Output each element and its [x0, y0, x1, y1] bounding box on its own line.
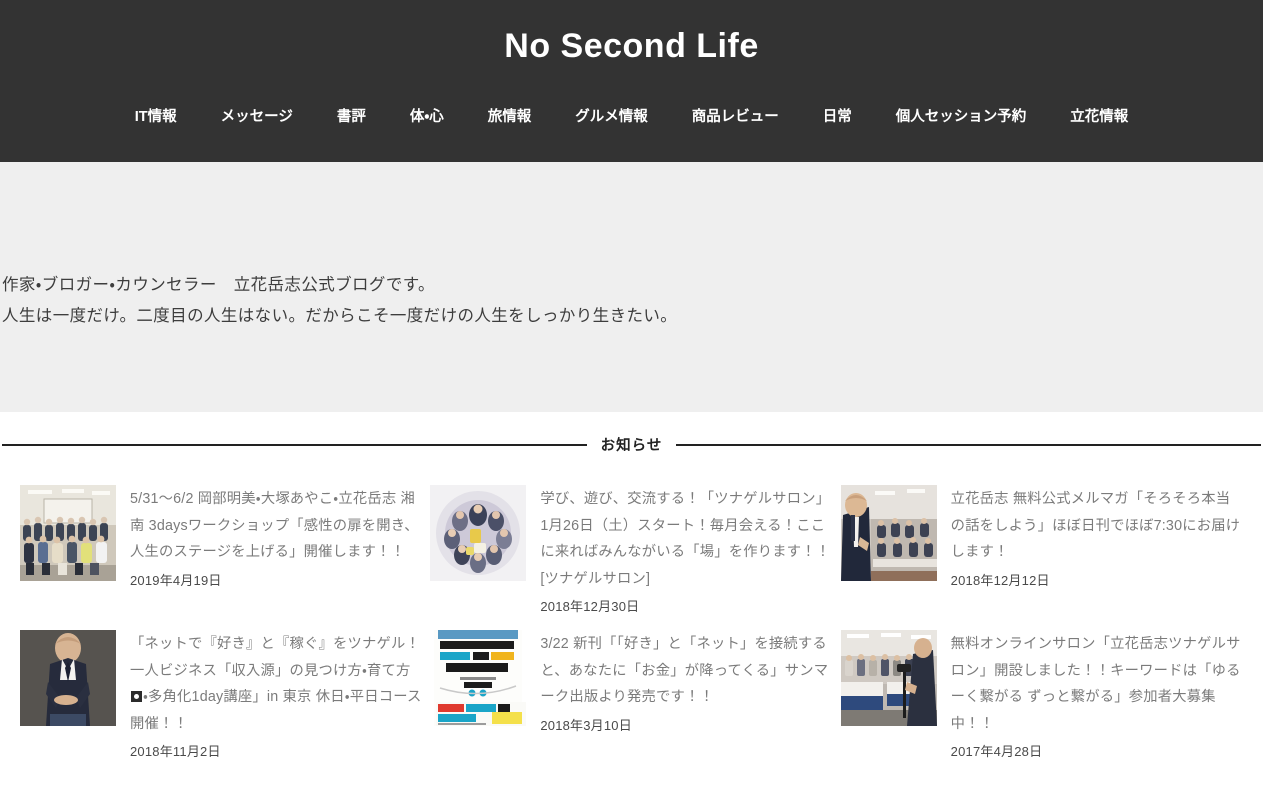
news-item-title-suffix: ・多角化1day講座」in 東京 休日・平日コース開催！！ [130, 689, 422, 732]
nav-item-gourmet-info[interactable]: グルメ情報 [553, 104, 670, 130]
page-title: No Second Life [504, 27, 759, 65]
news-thumbnail-circular-group-photo[interactable] [430, 485, 527, 581]
nav-item-tachibana-info[interactable]: 立花情報 [1048, 104, 1150, 130]
news-section-heading: お知らせ [0, 434, 1263, 455]
heading-rule-left [2, 443, 587, 446]
nav-item-daily[interactable]: 日常 [801, 104, 874, 130]
nav-item-it-info[interactable]: IT情報 [113, 104, 199, 130]
news-thumbnail-portrait-man-jacket[interactable] [20, 630, 116, 726]
nav-item-travel-info[interactable]: 旅情報 [466, 104, 554, 130]
nav-item-body-mind[interactable]: 体・心 [388, 104, 466, 130]
news-item-date: 2018年12月30日 [540, 599, 640, 614]
news-item[interactable]: 3/22 新刊「「好き」と「ネット」を接続すると、あなたに「お金」が降ってくる」… [430, 630, 832, 763]
news-item-title[interactable]: 「ネットで『好き』と『稼ぐ』をツナゲル！ 一人ビジネス「収入源」の見つけ方・育て… [130, 631, 422, 737]
news-item-title[interactable]: 3/22 新刊「「好き」と「ネット」を接続すると、あなたに「お金」が降ってくる」… [540, 631, 832, 711]
news-item-title-prefix: 「ネットで『好き』と『稼ぐ』をツナゲル！ 一人ビジネス「収入源」の見つけ方・育て… [130, 636, 420, 679]
news-item-date: 2018年11月2日 [130, 744, 221, 759]
hero-section: 作家・ブロガー・カウンセラー 立花岳志公式ブログです。 人生は一度だけ。二度目の… [0, 162, 1263, 412]
news-body: 立花岳志 無料公式メルマガ「そろそろ本当の話をしよう」ほぼ日刊でほぼ7:30にお… [951, 485, 1243, 592]
news-section-title: お知らせ [600, 438, 663, 454]
news-item[interactable]: 無料オンラインサロン「立花岳志ツナゲルサロン」開設しました！！キーワードは「ゆる… [840, 630, 1243, 763]
news-thumbnail-group-photo-seminar-room[interactable] [20, 485, 116, 581]
news-item[interactable]: 「ネットで『好き』と『稼ぐ』をツナゲル！ 一人ビジネス「収入源」の見つけ方・育て… [20, 630, 422, 763]
news-section: お知らせ 5/31〜6/2 岡部明美・大塚あやこ・立花岳志 湘南 3daysワー… [0, 412, 1263, 763]
news-item-title[interactable]: 無料オンラインサロン「立花岳志ツナゲルサロン」開設しました！！キーワードは「ゆる… [951, 631, 1243, 737]
site-description: 作家・ブロガー・カウンセラー 立花岳志公式ブログです。 人生は一度だけ。二度目の… [0, 270, 1263, 332]
news-item-title[interactable]: 5/31〜6/2 岡部明美・大塚あやこ・立花岳志 湘南 3daysワークショップ… [130, 486, 422, 566]
missing-glyph-icon [131, 691, 142, 702]
news-thumbnail-conference-hall[interactable] [840, 630, 937, 726]
nav-item-product-review[interactable]: 商品レビュー [670, 104, 801, 130]
news-item[interactable]: 立花岳志 無料公式メルマガ「そろそろ本当の話をしよう」ほぼ日刊でほぼ7:30にお… [840, 485, 1243, 618]
nav-item-session-booking[interactable]: 個人セッション予約 [874, 104, 1049, 130]
news-thumbnail-book-cover[interactable] [430, 630, 527, 726]
news-item-date: 2017年4月28日 [950, 744, 1043, 759]
news-item-date: 2019年4月19日 [130, 572, 222, 588]
site-description-line-2: 人生は一度だけ。二度目の人生はない。だからこそ一度だけの人生をしっかり生きたい。 [2, 307, 678, 325]
site-description-line-1: 作家・ブロガー・カウンセラー 立花岳志公式ブログです。 [2, 276, 435, 294]
main-navigation: IT情報 メッセージ 書評 体・心 旅情報 グルメ情報 商品レビュー 日常 個人… [0, 104, 1263, 130]
news-item-title[interactable]: 立花岳志 無料公式メルマガ「そろそろ本当の話をしよう」ほぼ日刊でほぼ7:30にお… [951, 486, 1243, 566]
news-item-title[interactable]: 学び、遊び、交流する！「ツナゲルサロン」1月26日（土）スタート！毎月会える！こ… [540, 486, 832, 592]
news-grid: 5/31〜6/2 岡部明美・大塚あやこ・立花岳志 湘南 3daysワークショップ… [0, 485, 1263, 763]
news-body: 5/31〜6/2 岡部明美・大塚あやこ・立花岳志 湘南 3daysワークショップ… [130, 485, 422, 592]
news-body: 無料オンラインサロン「立花岳志ツナゲルサロン」開設しました！！キーワードは「ゆる… [951, 630, 1243, 763]
nav-item-message[interactable]: メッセージ [199, 104, 315, 130]
site-header: No Second Life IT情報 メッセージ 書評 体・心 旅情報 グルメ… [0, 0, 1263, 162]
news-body: 3/22 新刊「「好き」と「ネット」を接続すると、あなたに「お金」が降ってくる」… [540, 630, 832, 737]
news-item-date: 2018年12月12日 [950, 572, 1050, 588]
news-item[interactable]: 5/31〜6/2 岡部明美・大塚あやこ・立花岳志 湘南 3daysワークショップ… [20, 485, 422, 618]
news-item[interactable]: 学び、遊び、交流する！「ツナゲルサロン」1月26日（土）スタート！毎月会える！こ… [430, 485, 832, 618]
news-item-date: 2018年3月10日 [540, 717, 632, 733]
heading-rule-right [676, 443, 1261, 446]
news-thumbnail-speaker-at-seminar[interactable] [840, 485, 937, 581]
news-body: 「ネットで『好き』と『稼ぐ』をツナゲル！ 一人ビジネス「収入源」の見つけ方・育て… [130, 630, 422, 763]
news-body: 学び、遊び、交流する！「ツナゲルサロン」1月26日（土）スタート！毎月会える！こ… [540, 485, 832, 618]
nav-item-book-review[interactable]: 書評 [315, 104, 388, 130]
